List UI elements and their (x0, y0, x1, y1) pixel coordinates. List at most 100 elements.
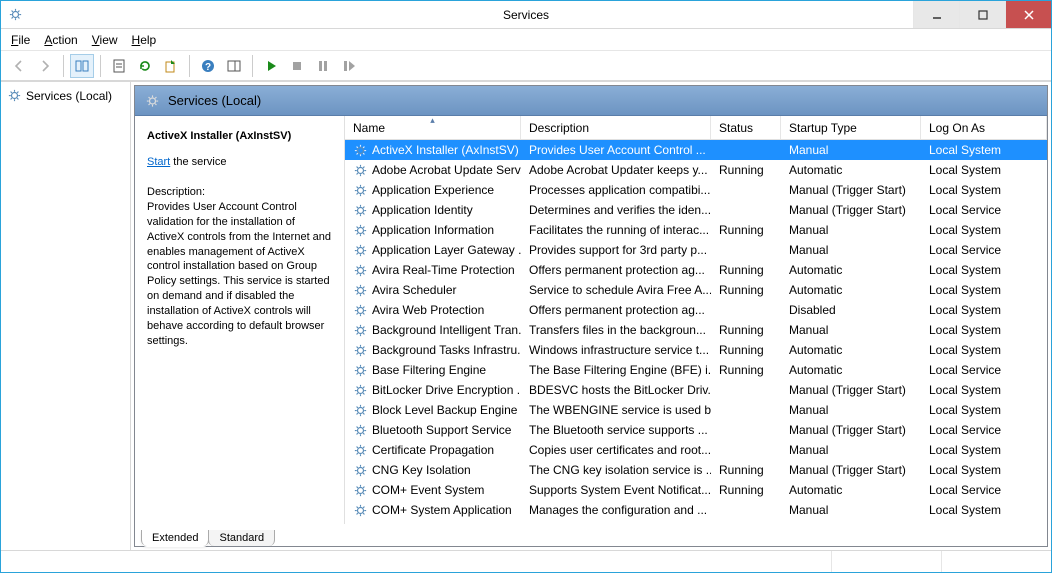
cell-startup: Automatic (781, 280, 921, 300)
column-log-on-as[interactable]: Log On As (921, 116, 1047, 139)
cell-name: COM+ Event System (345, 480, 521, 500)
cell-status: Running (711, 320, 781, 340)
service-row[interactable]: BitLocker Drive Encryption ...BDESVC hos… (345, 380, 1047, 400)
service-row[interactable]: COM+ System ApplicationManages the confi… (345, 500, 1047, 520)
restart-service-button[interactable] (337, 54, 361, 78)
pause-service-button[interactable] (311, 54, 335, 78)
menu-action[interactable]: Action (44, 33, 77, 47)
cell-status (711, 440, 781, 460)
cell-description: The Bluetooth service supports ... (521, 420, 711, 440)
back-button[interactable] (7, 54, 31, 78)
service-row[interactable]: Avira Real-Time ProtectionOffers permane… (345, 260, 1047, 280)
gear-icon (7, 88, 22, 103)
cell-startup: Manual (781, 140, 921, 160)
gear-icon (353, 223, 368, 238)
service-row[interactable]: ActiveX Installer (AxInstSV)Provides Use… (345, 140, 1047, 160)
service-row[interactable]: Application ExperienceProcesses applicat… (345, 180, 1047, 200)
menu-help[interactable]: Help (132, 33, 157, 47)
gear-icon (353, 463, 368, 478)
service-row[interactable]: Bluetooth Support ServiceThe Bluetooth s… (345, 420, 1047, 440)
cell-startup: Manual (781, 320, 921, 340)
tab-extended[interactable]: Extended (141, 530, 209, 546)
service-row[interactable]: Adobe Acrobat Update Serv...Adobe Acroba… (345, 160, 1047, 180)
service-row[interactable]: Base Filtering EngineThe Base Filtering … (345, 360, 1047, 380)
properties-button[interactable] (107, 54, 131, 78)
service-row[interactable]: Application InformationFacilitates the r… (345, 220, 1047, 240)
cell-name: Avira Real-Time Protection (345, 260, 521, 280)
window-title: Services (503, 8, 549, 22)
cell-logon: Local System (921, 140, 1047, 160)
close-button[interactable] (1005, 1, 1051, 28)
cell-description: Supports System Event Notificat... (521, 480, 711, 500)
cell-name: Application Information (345, 220, 521, 240)
gear-icon (353, 243, 368, 258)
cell-name: Avira Web Protection (345, 300, 521, 320)
menubar: File Action View Help (1, 29, 1051, 51)
service-row[interactable]: Computer BrowserMaintains an updated lis… (345, 520, 1047, 524)
detail-pane: ActiveX Installer (AxInstSV) Start the s… (135, 116, 345, 524)
list-columns-header[interactable]: Name▴ Description Status Startup Type Lo… (345, 116, 1047, 140)
cell-description: Offers permanent protection ag... (521, 300, 711, 320)
service-row[interactable]: Background Tasks Infrastru...Windows inf… (345, 340, 1047, 360)
cell-startup: Manual (Trigger Start) (781, 180, 921, 200)
gear-icon (353, 203, 368, 218)
console-tree[interactable]: Services (Local) (1, 82, 131, 550)
cell-description: BDESVC hosts the BitLocker Driv... (521, 380, 711, 400)
service-row[interactable]: COM+ Event SystemSupports System Event N… (345, 480, 1047, 500)
column-description[interactable]: Description (521, 116, 711, 139)
column-status[interactable]: Status (711, 116, 781, 139)
menu-view[interactable]: View (92, 33, 118, 47)
cell-description: The CNG key isolation service is ... (521, 460, 711, 480)
cell-status (711, 300, 781, 320)
refresh-button[interactable] (133, 54, 157, 78)
cell-logon: Local System (921, 260, 1047, 280)
cell-logon: Local System (921, 460, 1047, 480)
start-service-button[interactable] (259, 54, 283, 78)
service-row[interactable]: CNG Key IsolationThe CNG key isolation s… (345, 460, 1047, 480)
stop-service-button[interactable] (285, 54, 309, 78)
cell-description: Transfers files in the backgroun... (521, 320, 711, 340)
service-row[interactable]: Certificate PropagationCopies user certi… (345, 440, 1047, 460)
cell-description: Determines and verifies the iden... (521, 200, 711, 220)
cell-status (711, 200, 781, 220)
list-body[interactable]: ActiveX Installer (AxInstSV)Provides Use… (345, 140, 1047, 524)
cell-status (711, 140, 781, 160)
help-button[interactable]: ? (196, 54, 220, 78)
statusbar (1, 550, 1051, 572)
gear-icon (353, 143, 368, 158)
gear-icon (353, 163, 368, 178)
cell-logon: Local System (921, 180, 1047, 200)
service-row[interactable]: Avira SchedulerService to schedule Avira… (345, 280, 1047, 300)
service-row[interactable]: Avira Web ProtectionOffers permanent pro… (345, 300, 1047, 320)
export-button[interactable] (159, 54, 183, 78)
minimize-button[interactable] (913, 1, 959, 28)
column-name[interactable]: Name▴ (345, 116, 521, 139)
maximize-button[interactable] (959, 1, 1005, 28)
cell-startup: Manual (781, 500, 921, 520)
service-row[interactable]: Application IdentityDetermines and verif… (345, 200, 1047, 220)
pane-header: Services (Local) (135, 86, 1047, 116)
cell-description: Service to schedule Avira Free A... (521, 280, 711, 300)
service-row[interactable]: Background Intelligent Tran...Transfers … (345, 320, 1047, 340)
start-service-link[interactable]: Start (147, 156, 170, 168)
show-hide-action-button[interactable] (222, 54, 246, 78)
column-startup-type[interactable]: Startup Type (781, 116, 921, 139)
cell-startup: Manual (Trigger Start) (781, 460, 921, 480)
cell-startup: Automatic (781, 340, 921, 360)
cell-name: Base Filtering Engine (345, 360, 521, 380)
sort-asc-icon: ▴ (430, 115, 435, 126)
cell-description: Manages the configuration and ... (521, 500, 711, 520)
show-hide-tree-button[interactable] (70, 54, 94, 78)
service-row[interactable]: Block Level Backup Engine ...The WBENGIN… (345, 400, 1047, 420)
titlebar[interactable]: Services (1, 1, 1051, 29)
gear-icon (353, 523, 368, 525)
tab-standard[interactable]: Standard (208, 530, 275, 546)
cell-name: Background Tasks Infrastru... (345, 340, 521, 360)
cell-name: Certificate Propagation (345, 440, 521, 460)
tree-services-local[interactable]: Services (Local) (5, 86, 126, 105)
toolbar-separator (189, 55, 190, 77)
gear-icon (353, 403, 368, 418)
forward-button[interactable] (33, 54, 57, 78)
menu-file[interactable]: File (11, 33, 30, 47)
service-row[interactable]: Application Layer Gateway ...Provides su… (345, 240, 1047, 260)
